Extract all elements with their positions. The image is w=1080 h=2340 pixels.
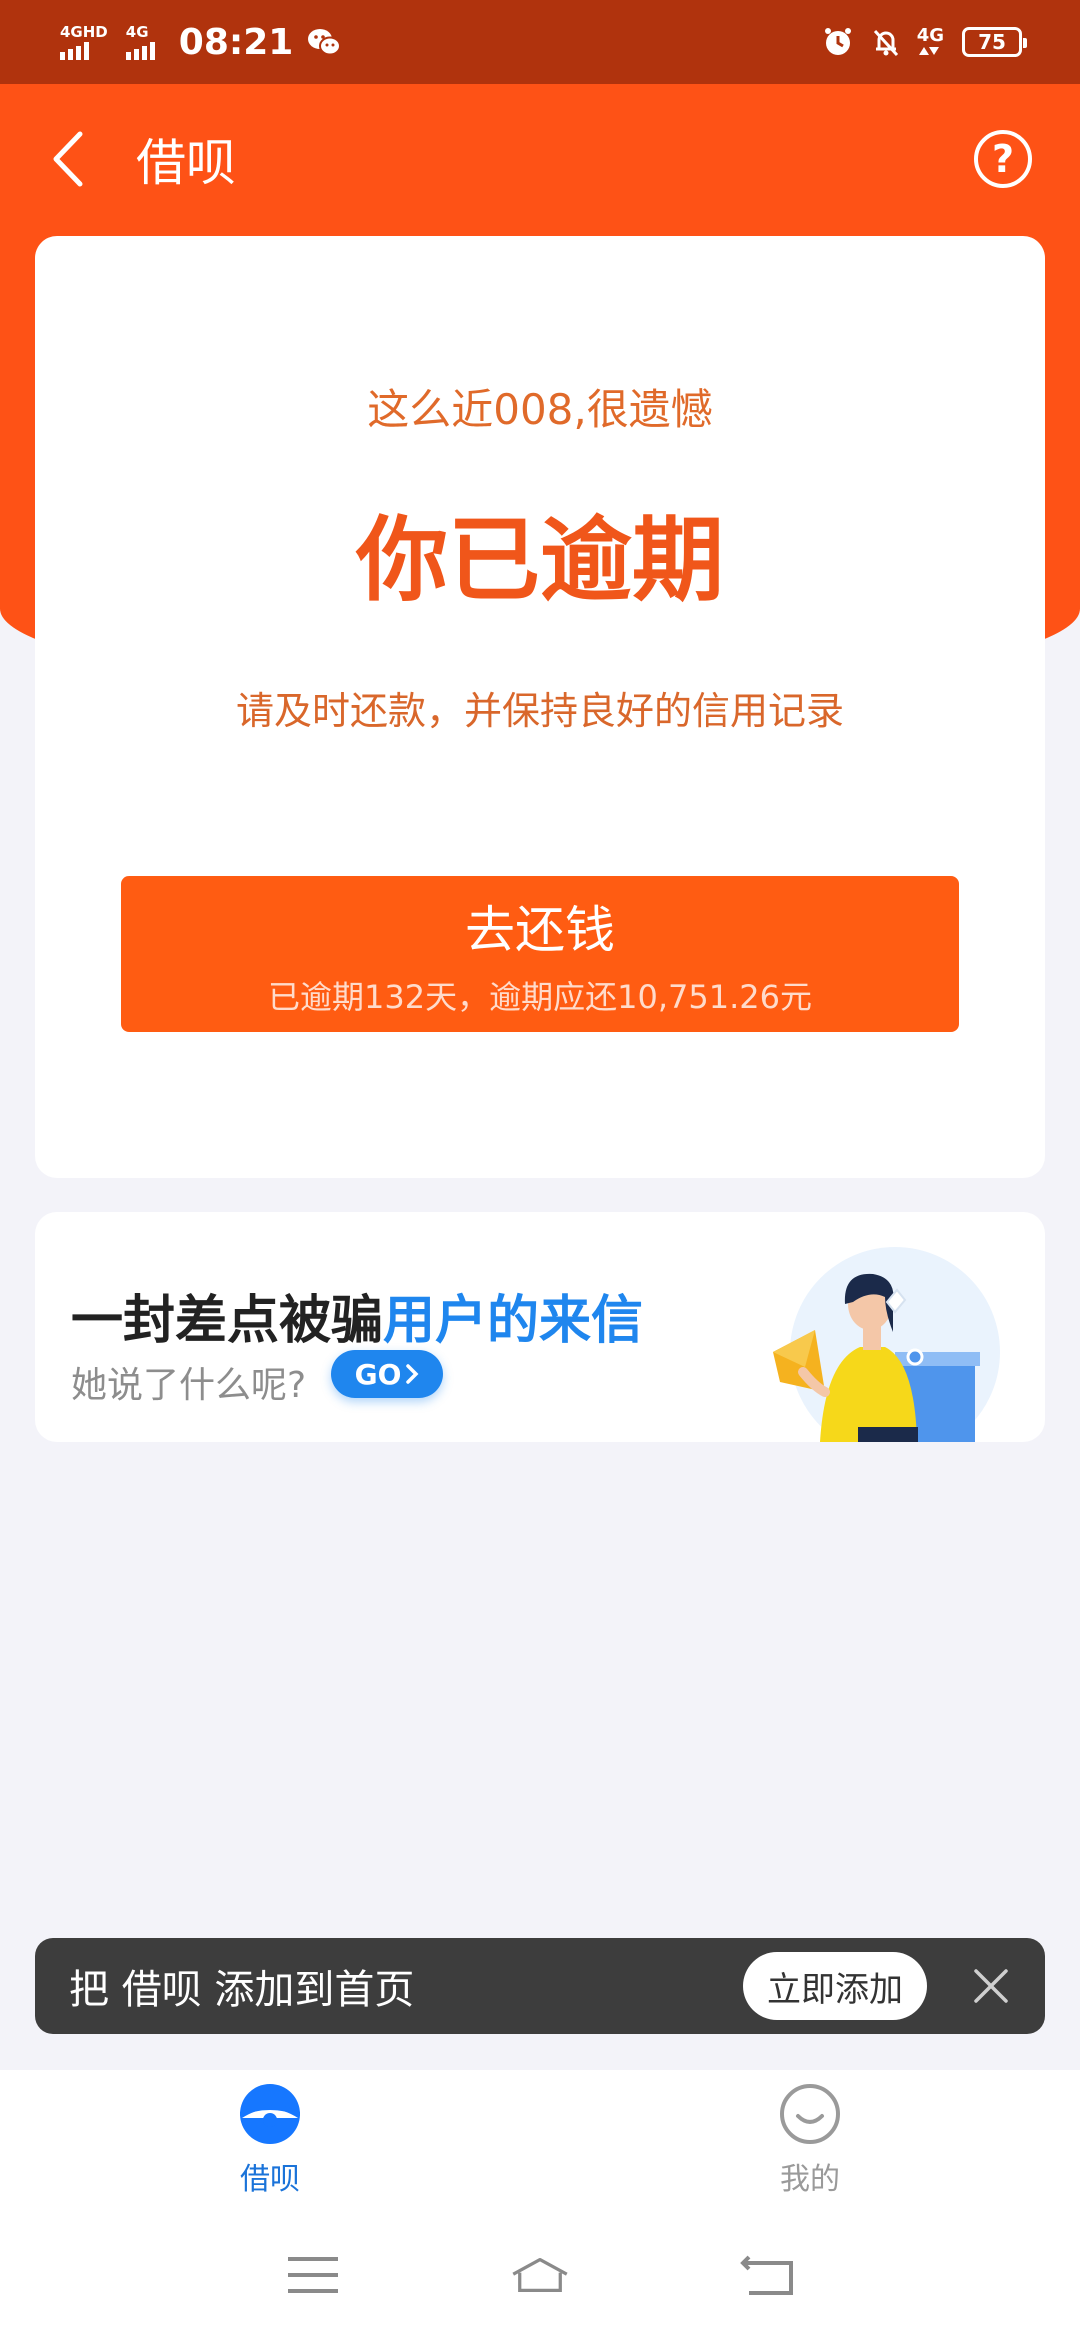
banner-title-part1: 一封差点被骗 — [71, 1291, 384, 1351]
status-bar: 4GHD 4G 08:21 4G 75 — [0, 0, 1080, 84]
tab-label-mine: 我的 — [780, 2162, 840, 2197]
chevron-right-icon — [406, 1364, 419, 1384]
system-navigation — [0, 2210, 1080, 2340]
help-question-icon[interactable]: ? — [974, 130, 1032, 188]
repay-button[interactable]: 去还钱 已逾期132天，逾期应还10,751.26元 — [121, 876, 959, 1032]
repay-button-detail: 已逾期132天，逾期应还10,751.26元 — [268, 978, 812, 1016]
status-time: 08:21 — [178, 21, 294, 63]
signal-4g-icon: 4G — [125, 22, 155, 60]
repay-button-label: 去还钱 — [465, 901, 615, 959]
signal-4ghd-icon: 4GHD — [60, 22, 108, 60]
banner-title: 一封差点被骗用户的来信 — [71, 1278, 643, 1353]
letter-banner[interactable]: 一封差点被骗用户的来信 她说了什么呢? GO — [35, 1212, 1045, 1442]
home-icon[interactable] — [510, 2250, 570, 2300]
wechat-icon — [307, 25, 342, 59]
tab-bar: 借呗 我的 — [0, 2070, 1080, 2210]
add-now-button[interactable]: 立即添加 — [743, 1952, 927, 2020]
screen: 4GHD 4G 08:21 4G 75 借呗 ? 这么近008,很遗憾 你已逾期… — [0, 0, 1080, 2340]
signal1-label: 4GHD — [60, 22, 108, 41]
battery-icon: 75 — [962, 27, 1027, 57]
go-label: GO — [354, 1357, 402, 1391]
overdue-title: 你已逾期 — [355, 507, 724, 614]
tab-mine[interactable]: 我的 — [540, 2070, 1080, 2210]
page-title: 借呗 — [136, 134, 236, 192]
menu-icon[interactable] — [283, 2250, 343, 2300]
tab-jiebei[interactable]: 借呗 — [0, 2070, 540, 2210]
close-icon[interactable] — [971, 1966, 1011, 2006]
overdue-tip: 请及时还款，并保持良好的信用记录 — [235, 689, 844, 733]
add-to-home-toast: 把 借呗 添加到首页 立即添加 — [35, 1938, 1045, 2034]
woman-letter-illustration — [773, 1247, 1000, 1442]
overdue-card: 这么近008,很遗憾 你已逾期 请及时还款，并保持良好的信用记录 去还钱 已逾期… — [35, 236, 1045, 1178]
go-button[interactable]: GO — [331, 1350, 443, 1398]
overdue-subtitle: 这么近008,很遗憾 — [367, 385, 713, 434]
smile-face-icon — [780, 2084, 840, 2144]
jiebei-icon — [240, 2084, 300, 2144]
alarm-icon — [821, 25, 855, 59]
status-right: 4G 75 — [821, 25, 1027, 59]
back-arrow-icon[interactable] — [48, 129, 96, 189]
tab-label-jiebei: 借呗 — [240, 2162, 300, 2197]
network-4g-icon: 4G — [917, 27, 944, 57]
banner-subtitle: 她说了什么呢? — [71, 1365, 307, 1406]
nav-bar: 借呗 ? — [0, 84, 1080, 234]
back-icon[interactable] — [737, 2250, 797, 2300]
signal2-label: 4G — [125, 22, 149, 41]
battery-level: 75 — [978, 30, 1006, 54]
status-left: 4GHD 4G 08:21 — [60, 21, 342, 63]
bell-off-icon — [869, 25, 903, 59]
network-label: 4G — [916, 25, 944, 46]
banner-title-part2: 用户的来信 — [383, 1291, 644, 1351]
toast-text: 把 借呗 添加到首页 — [69, 1967, 415, 2013]
